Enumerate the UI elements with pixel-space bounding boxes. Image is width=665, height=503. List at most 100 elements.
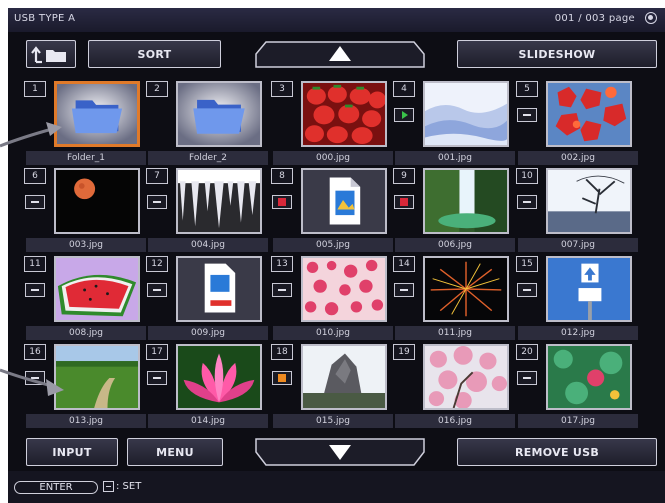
file-name-label: Folder_2: [148, 151, 268, 165]
grid-cell[interactable]: 11 008.jpg: [24, 256, 148, 342]
title-bar: USB TYPE A 001 / 003 page: [8, 8, 665, 32]
folder-thumbnail[interactable]: [176, 81, 262, 147]
item-number: 20: [516, 344, 538, 360]
item-number: 19: [393, 344, 415, 360]
image-thumbnail[interactable]: [301, 168, 387, 234]
item-number: 16: [24, 344, 46, 360]
item-number: 9: [393, 168, 415, 184]
triangle-up-icon: [255, 41, 425, 68]
file-name-label: 000.jpg: [273, 151, 393, 165]
up-folder-icon: [31, 46, 66, 64]
grid-cell[interactable]: 3 000.jpg: [271, 81, 395, 167]
status-bar: ENTER : SET: [8, 471, 665, 503]
file-status-icon: [25, 283, 45, 297]
file-name-label: 012.jpg: [518, 326, 638, 340]
grid-cell[interactable]: 10 007.jpg: [516, 168, 640, 254]
image-thumbnail[interactable]: [546, 344, 632, 410]
file-status-icon: [147, 283, 167, 297]
grid-cell[interactable]: 6 003.jpg: [24, 168, 148, 254]
item-number: 12: [146, 256, 168, 272]
grid-cell[interactable]: 9 006.jpg: [393, 168, 517, 254]
scroll-down-button[interactable]: [254, 438, 426, 466]
file-status-icon: [147, 195, 167, 209]
file-status-icon: [394, 108, 414, 122]
file-status-icon: [394, 283, 414, 297]
file-status-icon: [394, 195, 414, 209]
scroll-up-button[interactable]: [254, 40, 426, 68]
image-thumbnail[interactable]: [546, 168, 632, 234]
image-thumbnail[interactable]: [176, 256, 262, 322]
item-number: 17: [146, 344, 168, 360]
file-status-icon: [25, 195, 45, 209]
grid-cell[interactable]: 7 004.jpg: [146, 168, 270, 254]
set-hint-label: : SET: [116, 481, 142, 492]
input-button[interactable]: INPUT: [26, 438, 118, 466]
item-number: 2: [146, 81, 168, 97]
image-thumbnail[interactable]: [301, 256, 387, 322]
grid-cell[interactable]: 5 002.jpg: [516, 81, 640, 167]
file-name-label: 002.jpg: [518, 151, 638, 165]
file-name-label: 005.jpg: [273, 238, 393, 252]
grid-cell[interactable]: 17 014.jpg: [146, 344, 270, 430]
image-thumbnail[interactable]: [176, 168, 262, 234]
file-name-label: 015.jpg: [273, 414, 393, 428]
source-title: USB TYPE A: [14, 13, 76, 24]
grid-cell[interactable]: 20 017.jpg: [516, 344, 640, 430]
image-thumbnail[interactable]: [54, 344, 140, 410]
grid-cell[interactable]: 15 012.jpg: [516, 256, 640, 342]
grid-cell[interactable]: 13 010.jpg: [271, 256, 395, 342]
image-thumbnail[interactable]: [54, 256, 140, 322]
grid-cell[interactable]: 4 001.jpg: [393, 81, 517, 167]
item-number: 18: [271, 344, 293, 360]
up-folder-button[interactable]: [26, 40, 76, 68]
grid-cell[interactable]: 8 005.jpg: [271, 168, 395, 254]
image-thumbnail[interactable]: [301, 81, 387, 147]
item-number: 13: [271, 256, 293, 272]
image-thumbnail[interactable]: [423, 81, 509, 147]
item-number: 11: [24, 256, 46, 272]
slideshow-button[interactable]: SLIDESHOW: [457, 40, 657, 68]
file-name-label: 017.jpg: [518, 414, 638, 428]
file-name-label: 016.jpg: [395, 414, 515, 428]
menu-button[interactable]: MENU: [127, 438, 223, 466]
item-number: 5: [516, 81, 538, 97]
sort-button[interactable]: SORT: [88, 40, 221, 68]
grid-cell[interactable]: 16 013.jpg: [24, 344, 148, 430]
grid-cell[interactable]: 2 Folder_2: [146, 81, 270, 167]
file-status-icon: [272, 195, 292, 209]
image-thumbnail[interactable]: [301, 344, 387, 410]
file-status-icon: [517, 195, 537, 209]
image-thumbnail[interactable]: [546, 256, 632, 322]
image-thumbnail[interactable]: [423, 256, 509, 322]
grid-cell[interactable]: 12 009.jpg: [146, 256, 270, 342]
page-indicator: 001 / 003 page: [554, 13, 635, 24]
help-circle-icon[interactable]: [645, 12, 657, 24]
file-name-label: 006.jpg: [395, 238, 515, 252]
image-thumbnail[interactable]: [423, 168, 509, 234]
folder-thumbnail[interactable]: [54, 81, 140, 147]
file-name-label: 009.jpg: [148, 326, 268, 340]
grid-cell[interactable]: 14 011.jpg: [393, 256, 517, 342]
enter-key-hint: ENTER: [14, 481, 98, 494]
file-name-label: 007.jpg: [518, 238, 638, 252]
item-number: 3: [271, 81, 293, 97]
image-thumbnail[interactable]: [176, 344, 262, 410]
file-name-label: 003.jpg: [26, 238, 146, 252]
grid-cell[interactable]: 1 Folder_1: [24, 81, 148, 167]
enter-set-icon: [103, 481, 114, 492]
grid-cell[interactable]: 19 016.jpg: [393, 344, 517, 430]
file-status-icon: [25, 371, 45, 385]
triangle-down-icon: [255, 438, 425, 466]
file-status-icon: [272, 283, 292, 297]
remove-usb-button[interactable]: REMOVE USB: [457, 438, 657, 466]
grid-cell[interactable]: 18 015.jpg: [271, 344, 395, 430]
item-number: 6: [24, 168, 46, 184]
file-name-label: Folder_1: [26, 151, 146, 165]
file-name-label: 001.jpg: [395, 151, 515, 165]
item-number: 10: [516, 168, 538, 184]
item-number: 4: [393, 81, 415, 97]
image-thumbnail[interactable]: [54, 168, 140, 234]
image-thumbnail[interactable]: [546, 81, 632, 147]
item-number: 1: [24, 81, 46, 97]
image-thumbnail[interactable]: [423, 344, 509, 410]
